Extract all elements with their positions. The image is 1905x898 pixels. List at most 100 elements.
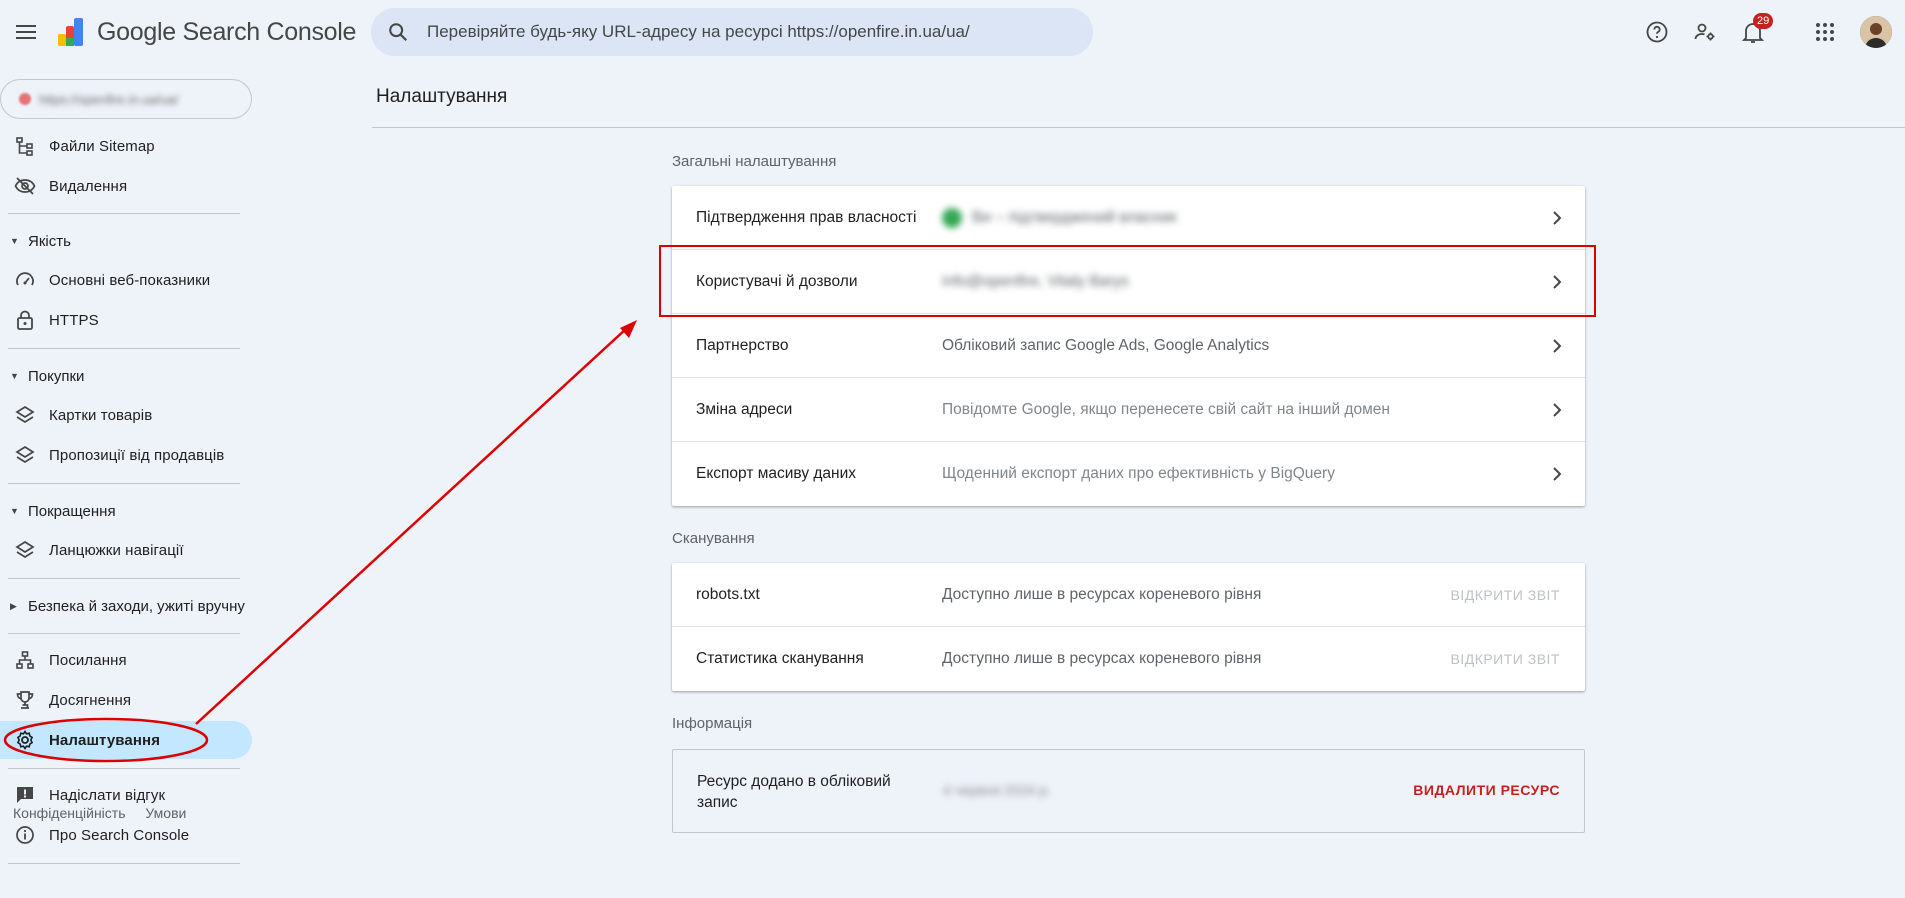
- privacy-link[interactable]: Конфіденційність: [13, 805, 126, 821]
- google-apps-button[interactable]: [1809, 16, 1841, 48]
- search-console-logo[interactable]: Google Search Console: [56, 16, 356, 48]
- layers-icon: [14, 404, 36, 426]
- notification-count-badge: 29: [1753, 13, 1774, 29]
- layers-icon: [14, 539, 36, 561]
- lock-icon: [14, 309, 36, 331]
- open-report-button[interactable]: ВІДКРИТИ ЗВІТ: [1450, 651, 1560, 667]
- sidebar-item-core-web-vitals[interactable]: Основні веб-показники: [0, 261, 252, 299]
- section-security-toggle[interactable]: ▶ Безпека й заходи, ужиті вручну: [0, 591, 256, 621]
- speed-icon: [14, 269, 36, 291]
- robots-txt-row: robots.txt Доступно лише в ресурсах коре…: [672, 563, 1585, 627]
- sidebar-divider: [8, 633, 240, 634]
- section-label: Безпека й заходи, ужиті вручну: [28, 597, 245, 615]
- notifications-button[interactable]: 29: [1737, 13, 1774, 48]
- general-settings-card: Підтвердження прав власності Ви – підтве…: [672, 186, 1585, 506]
- row-value: info@openfire, Vitaly Barys: [942, 272, 1129, 290]
- sidebar-divider: [8, 348, 240, 349]
- page-title: Налаштування: [376, 86, 508, 107]
- section-label: Покупки: [28, 367, 85, 385]
- section-label: Якість: [28, 232, 71, 250]
- associations-row[interactable]: Партнерство Обліковий запис Google Ads, …: [672, 314, 1585, 378]
- change-of-address-row[interactable]: Зміна адреси Повідомте Google, якщо пере…: [672, 378, 1585, 442]
- sidebar-item-label: Файли Sitemap: [49, 137, 155, 155]
- title-divider: [372, 127, 1905, 128]
- admin-settings-button[interactable]: [1689, 16, 1721, 48]
- sidebar-item-label: Про Search Console: [49, 826, 190, 844]
- help-button[interactable]: [1641, 16, 1673, 48]
- crawling-card: robots.txt Доступно лише в ресурсах коре…: [672, 563, 1585, 691]
- sidebar-item-about[interactable]: Про Search Console: [0, 816, 252, 854]
- chevron-right-icon: [1553, 211, 1562, 225]
- section-shopping-toggle[interactable]: ▼ Покупки: [0, 361, 256, 391]
- section-enhancements-toggle[interactable]: ▼ Покращення: [0, 496, 256, 526]
- sitemap-icon: [14, 135, 36, 157]
- row-label: Експорт масиву даних: [696, 465, 857, 482]
- property-added-date: 4 червня 2024 р.: [943, 782, 1051, 798]
- sidebar-divider: [8, 213, 240, 214]
- row-label: Зміна адреси: [696, 400, 793, 418]
- open-report-button[interactable]: ВІДКРИТИ ЗВІТ: [1450, 587, 1560, 603]
- account-avatar[interactable]: [1860, 16, 1892, 48]
- row-value: Доступно лише в ресурсах кореневого рівн…: [942, 585, 1262, 603]
- row-value: Ви – підтверджений власник: [942, 207, 1177, 228]
- trophy-icon: [14, 689, 36, 711]
- property-info-card: Ресурс додано в обліковий запис 4 червня…: [672, 749, 1585, 833]
- app-name: Google Search Console: [97, 17, 357, 46]
- sidebar-item-merchant-listings[interactable]: Пропозиції від продавців: [0, 436, 252, 474]
- remove-property-button[interactable]: ВИДАЛИТИ РЕСУРС: [1413, 782, 1560, 798]
- annotation-arrow-head: [620, 320, 637, 338]
- sidebar-item-label: Надіслати відгук: [49, 786, 166, 804]
- links-icon: [14, 649, 36, 671]
- sidebar-item-label: Картки товарів: [49, 406, 153, 424]
- visibility-off-icon: [14, 175, 36, 197]
- section-label: Покращення: [28, 502, 116, 520]
- sidebar-divider: [8, 863, 240, 864]
- general-settings-heading: Загальні налаштування: [672, 153, 837, 170]
- terms-link[interactable]: Умови: [145, 805, 186, 821]
- sidebar-item-label: Ланцюжки навігації: [49, 541, 184, 559]
- sidebar-item-settings[interactable]: Налаштування: [0, 721, 252, 759]
- url-inspection-search[interactable]: [371, 8, 1093, 56]
- help-icon: [1646, 21, 1668, 43]
- row-label: robots.txt: [696, 585, 760, 603]
- row-value: Доступно лише в ресурсах кореневого рівн…: [942, 650, 1262, 667]
- property-selector[interactable]: https://openfire.in.ua/ua/: [0, 79, 252, 119]
- sidebar-divider: [8, 768, 240, 769]
- sidebar-item-label: Налаштування: [49, 731, 161, 749]
- main-menu-button[interactable]: [10, 16, 42, 48]
- users-permissions-row[interactable]: Користувачі й дозволи info@openfire, Vit…: [672, 250, 1585, 314]
- bulk-data-export-row[interactable]: Експорт масиву даних Щоденний експорт да…: [672, 442, 1585, 506]
- section-quality-toggle[interactable]: ▼ Якість: [0, 226, 256, 256]
- apps-grid-icon: [1816, 23, 1834, 41]
- sidebar-footer: Конфіденційність Умови: [13, 805, 202, 821]
- sidebar-item-achievements[interactable]: Досягнення: [0, 681, 252, 719]
- search-input[interactable]: [427, 22, 1067, 42]
- chevron-right-icon: [1553, 467, 1562, 481]
- user-avatar-icon: [1860, 16, 1892, 48]
- annotation-arrow-line: [195, 327, 628, 725]
- manage-accounts-icon: [1694, 23, 1715, 41]
- sidebar-item-links[interactable]: Посилання: [0, 641, 252, 679]
- sidebar-item-product-snippets[interactable]: Картки товарів: [0, 396, 252, 434]
- sidebar-item-label: HTTPS: [49, 311, 99, 329]
- sidebar-item-label: Досягнення: [49, 691, 132, 709]
- sidebar-item-https[interactable]: HTTPS: [0, 301, 252, 339]
- sidebar-item-sitemaps[interactable]: Файли Sitemap: [0, 127, 252, 165]
- feedback-icon: [14, 784, 36, 806]
- info-heading: Інформація: [672, 715, 753, 732]
- sidebar-item-removals[interactable]: Видалення: [0, 167, 252, 205]
- row-label: Статистика сканування: [696, 650, 864, 667]
- hamburger-menu-icon: [16, 25, 36, 39]
- property-favicon-icon: [19, 93, 31, 105]
- gear-icon: [14, 729, 36, 751]
- chevron-right-icon: [1553, 275, 1562, 289]
- sidebar-item-breadcrumbs[interactable]: Ланцюжки навігації: [0, 531, 252, 569]
- layers-icon: [14, 444, 36, 466]
- ownership-verification-row[interactable]: Підтвердження прав власності Ви – підтве…: [672, 186, 1585, 250]
- row-value: Обліковий запис Google Ads, Google Analy…: [942, 336, 1270, 354]
- sidebar-divider: [8, 483, 240, 484]
- search-icon: [389, 23, 408, 42]
- verified-check-icon: [942, 207, 962, 228]
- row-value: Повідомте Google, якщо перенесете свій с…: [942, 400, 1390, 418]
- sidebar-item-label: Основні веб-показники: [49, 271, 211, 289]
